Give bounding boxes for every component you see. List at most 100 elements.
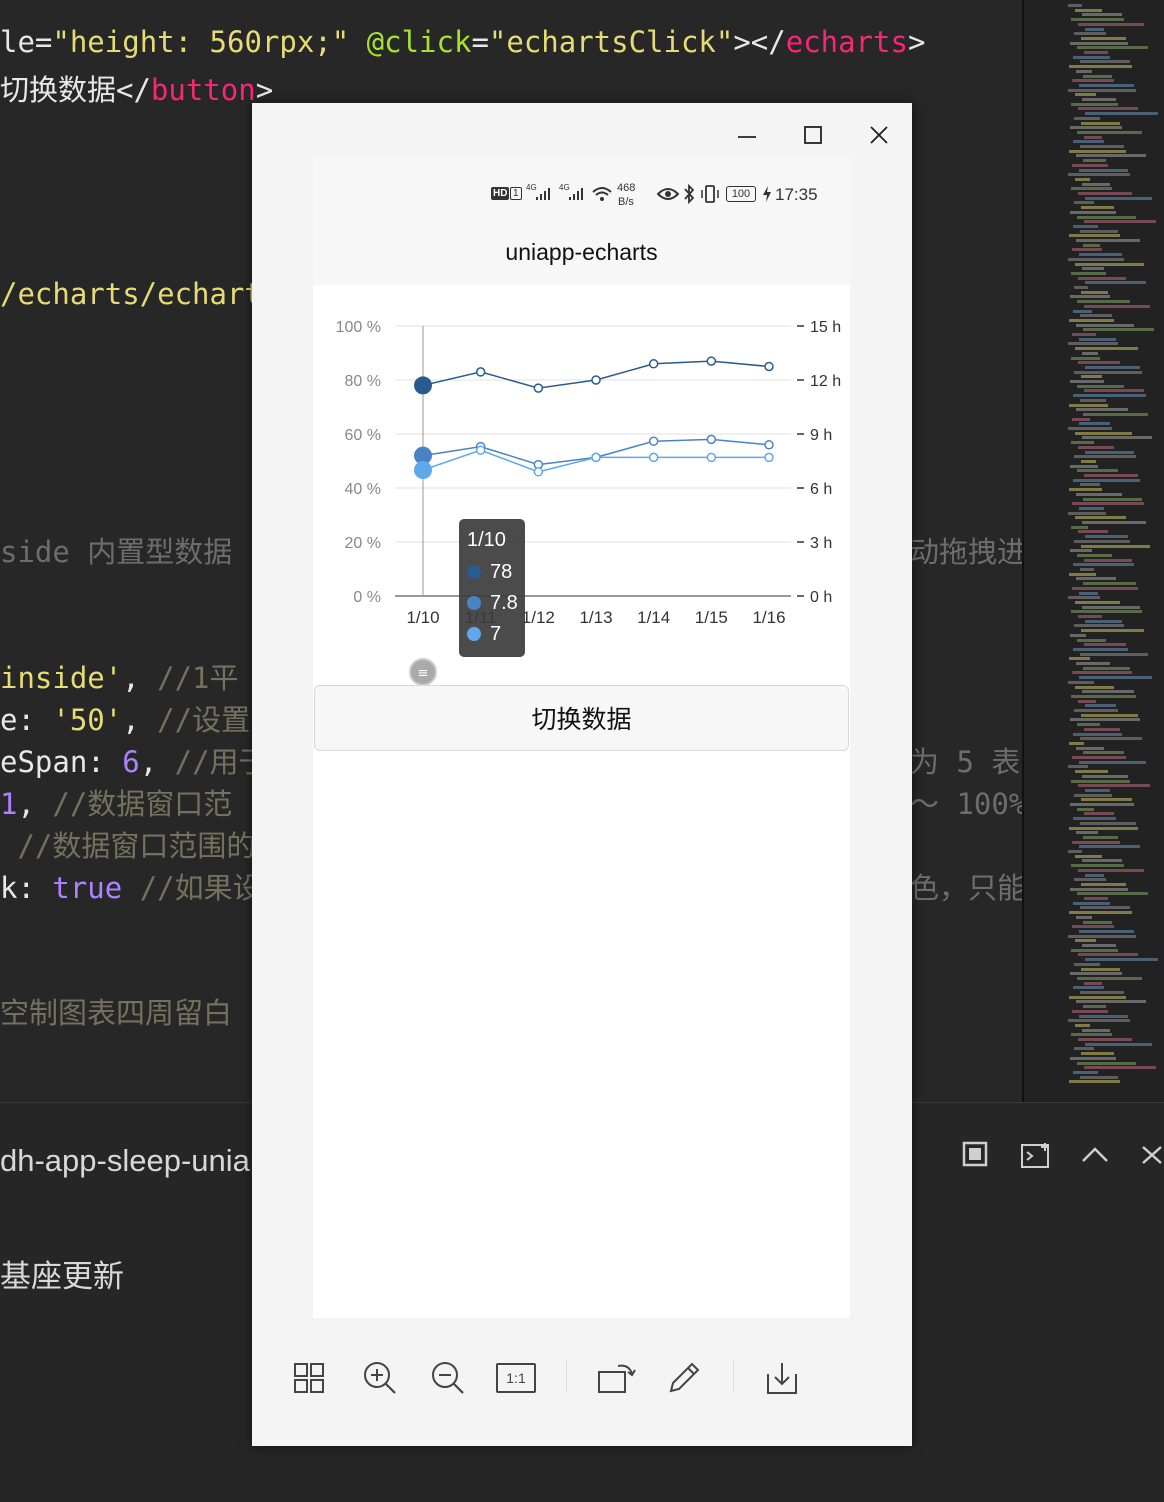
zoom-out-icon[interactable] bbox=[426, 1356, 470, 1400]
minimap-line bbox=[1074, 962, 1100, 966]
minimap-line bbox=[1068, 596, 1100, 600]
minimap-line bbox=[1071, 18, 1124, 22]
minimap-line bbox=[1069, 911, 1132, 915]
rotate-icon[interactable] bbox=[595, 1356, 639, 1400]
preview-window: HD 1 4G 4G 468 B/s 100 17:35 uniapp-echa… bbox=[252, 103, 912, 1446]
minimap-line bbox=[1073, 224, 1098, 228]
minimap-line bbox=[1080, 314, 1112, 318]
data-point[interactable] bbox=[591, 452, 601, 463]
minimap-line bbox=[1074, 1047, 1094, 1051]
chevron-up-icon[interactable] bbox=[1080, 1141, 1110, 1174]
minimap[interactable] bbox=[1022, 0, 1164, 1102]
minimap-line bbox=[1084, 727, 1120, 731]
terminal-add-icon[interactable] bbox=[1020, 1141, 1052, 1176]
switch-data-button[interactable]: 切换数据 bbox=[314, 685, 849, 751]
data-point[interactable] bbox=[764, 361, 774, 372]
minimap-line bbox=[1072, 586, 1138, 590]
eye-icon bbox=[657, 188, 679, 200]
minimap-line bbox=[1084, 812, 1114, 816]
code-token: > bbox=[907, 25, 926, 59]
y-left-tick-label: 20 % bbox=[345, 535, 381, 552]
code-token: 空制图表四周留白 bbox=[0, 996, 233, 1030]
data-point[interactable] bbox=[648, 452, 659, 463]
minimap-line bbox=[1077, 300, 1130, 304]
x-tick-label: 1/14 bbox=[637, 608, 670, 627]
minimap-line bbox=[1071, 187, 1112, 191]
hd-badge: HD bbox=[491, 187, 510, 200]
data-point[interactable] bbox=[475, 367, 486, 377]
code-token: @click bbox=[366, 25, 472, 59]
minimap-line bbox=[1074, 793, 1112, 797]
minimap-line bbox=[1069, 403, 1108, 407]
close-button[interactable] bbox=[857, 113, 901, 157]
code-token: , bbox=[17, 787, 53, 821]
minimap-line bbox=[1068, 680, 1094, 684]
minimap-line bbox=[1079, 337, 1116, 341]
minimap-line bbox=[1071, 102, 1118, 106]
x-tick-label: 1/13 bbox=[579, 608, 612, 627]
minimap-line bbox=[1084, 220, 1156, 224]
data-point[interactable] bbox=[706, 356, 717, 366]
data-point[interactable] bbox=[533, 467, 544, 477]
close-panel-icon[interactable] bbox=[1140, 1141, 1164, 1174]
line-chart[interactable]: 100 % 80 % 60 % 40 % 20 % 0 % 15 h 12 h 9 h 6 h 3 … bbox=[313, 285, 850, 685]
minimap-line bbox=[1077, 892, 1148, 896]
code-token: , bbox=[122, 703, 158, 737]
minimap-line bbox=[1073, 55, 1110, 59]
data-point[interactable] bbox=[706, 434, 717, 445]
close-icon bbox=[870, 126, 888, 144]
data-point[interactable] bbox=[764, 452, 774, 463]
minimap-line bbox=[1080, 652, 1148, 656]
minimap-line bbox=[1085, 27, 1104, 31]
data-point[interactable] bbox=[706, 452, 717, 463]
minimap-line bbox=[1078, 699, 1096, 703]
minimap-line bbox=[1072, 840, 1120, 844]
minimap-line bbox=[1079, 591, 1098, 595]
tooltip-row: 7 bbox=[467, 621, 501, 647]
code-line: 1, //数据窗口范 bbox=[0, 781, 232, 823]
minimap-line bbox=[1083, 412, 1148, 416]
minimap-line bbox=[1085, 196, 1152, 200]
actual-size-icon[interactable]: 1:1 bbox=[494, 1356, 538, 1400]
minimize-button[interactable] bbox=[725, 113, 769, 157]
data-point-active[interactable] bbox=[414, 461, 432, 479]
edit-icon[interactable] bbox=[662, 1356, 706, 1400]
minimap-line bbox=[1083, 1005, 1106, 1009]
maximize-button[interactable] bbox=[791, 113, 835, 157]
zoom-in-icon[interactable] bbox=[358, 1356, 402, 1400]
minimap-line bbox=[1081, 798, 1132, 802]
download-icon[interactable] bbox=[760, 1356, 804, 1400]
code-token: 切换数据</ bbox=[0, 73, 151, 107]
data-point[interactable] bbox=[533, 383, 544, 393]
minimap-line bbox=[1072, 756, 1126, 759]
data-point[interactable] bbox=[475, 445, 486, 455]
minimap-line bbox=[1081, 967, 1120, 971]
code-token: //数据窗口范 bbox=[52, 787, 233, 821]
minimap-line bbox=[1078, 868, 1144, 872]
minimap-line bbox=[1076, 408, 1128, 412]
minimap-line bbox=[1071, 948, 1118, 952]
minimap-line bbox=[1078, 107, 1138, 111]
data-point[interactable] bbox=[764, 440, 774, 450]
datazoom-handle-label: ≡ bbox=[418, 666, 429, 681]
code-token: 6 bbox=[122, 745, 140, 779]
code-token: > bbox=[255, 73, 274, 107]
stop-icon[interactable] bbox=[962, 1141, 988, 1174]
code-line: inside', //1平 bbox=[0, 655, 239, 697]
data-point-active[interactable] bbox=[414, 376, 432, 395]
data-point[interactable] bbox=[648, 436, 659, 446]
data-point[interactable] bbox=[591, 375, 601, 385]
data-point[interactable] bbox=[648, 359, 659, 369]
minimap-line bbox=[1082, 944, 1116, 947]
minimap-line bbox=[1068, 342, 1118, 346]
chart-container[interactable]: 100 % 80 % 60 % 40 % 20 % 0 % 15 h 12 h 9 h 6 h 3 … bbox=[313, 285, 850, 685]
code-line: side 内置型数据 bbox=[0, 529, 232, 571]
minimap-line bbox=[1073, 732, 1122, 736]
code-token: e: bbox=[0, 703, 53, 737]
grid-icon[interactable] bbox=[287, 1356, 331, 1400]
x-tick-label: 1/12 bbox=[522, 608, 555, 627]
minimap-line bbox=[1085, 112, 1158, 116]
tooltip-value: 78 bbox=[490, 560, 513, 583]
x-tick-label: 1/16 bbox=[752, 608, 785, 627]
terminal-project-name: dh-app-sleep-uniapp bbox=[0, 1143, 285, 1178]
